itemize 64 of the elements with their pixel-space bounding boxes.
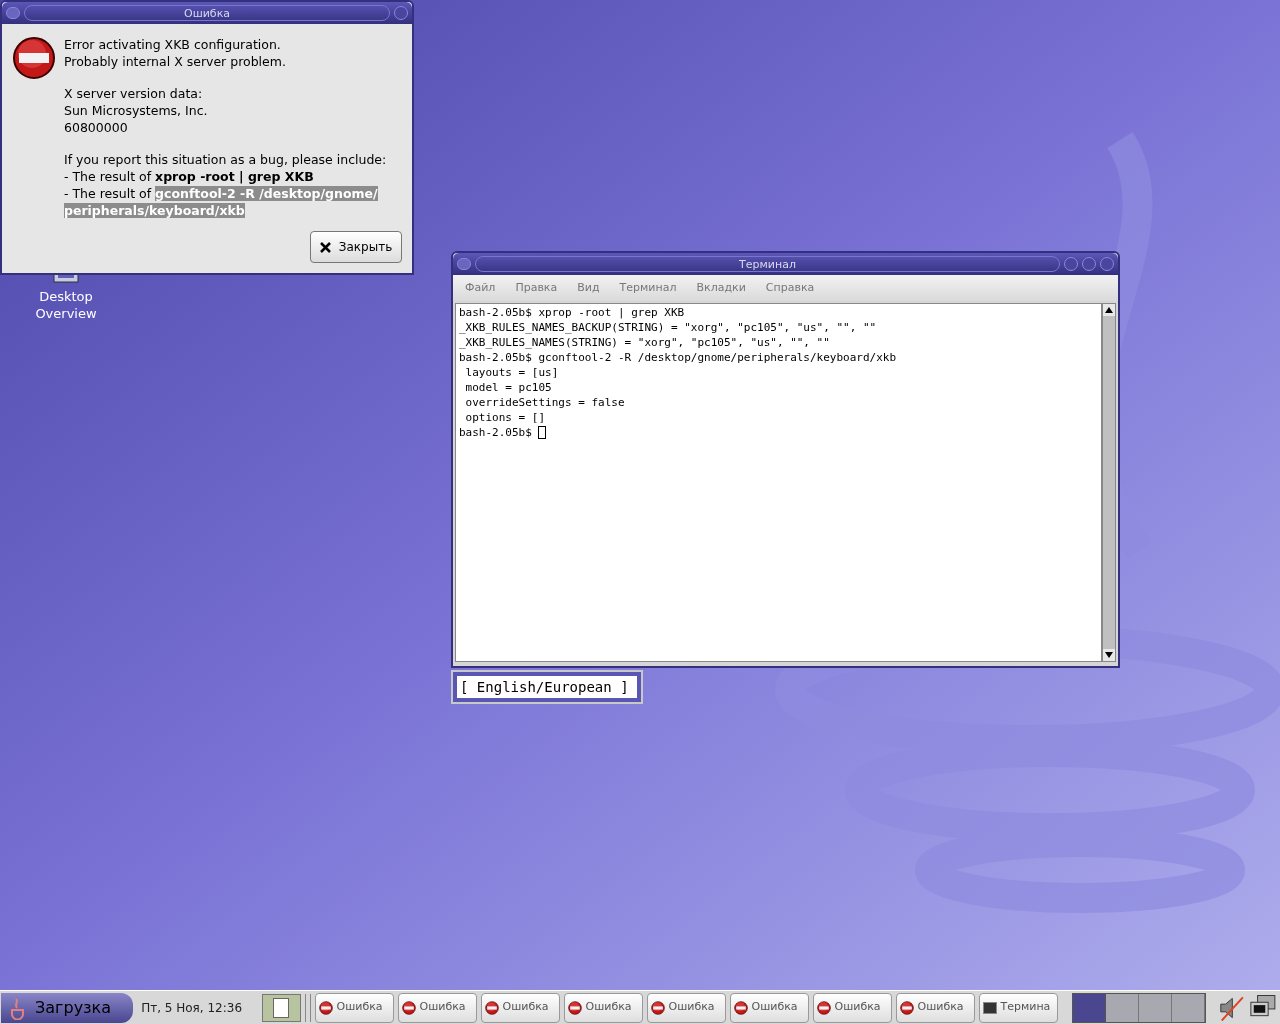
terminal-prompt: bash-2.05b$ bbox=[459, 425, 533, 440]
dialog-message: Error activating XKB configuration. bbox=[64, 36, 282, 53]
coffee-cup-icon bbox=[9, 995, 27, 1020]
start-button[interactable]: Загрузка bbox=[1, 992, 134, 1023]
taskbar-button[interactable]: Ошибка bbox=[563, 992, 643, 1023]
workspace[interactable] bbox=[1138, 993, 1172, 1022]
taskbar-button[interactable]: Термина bbox=[978, 992, 1058, 1023]
window-menu-icon[interactable] bbox=[457, 258, 471, 270]
error-icon bbox=[816, 1000, 831, 1015]
dialog-message: 60800000 bbox=[64, 119, 129, 136]
close-button[interactable] bbox=[394, 6, 408, 20]
terminal-line: _XKB_RULES_NAMES(STRING) = "xorg", "pc105", "us", "", "" bbox=[459, 335, 831, 350]
taskbar-button[interactable]: Ошибка bbox=[480, 992, 560, 1023]
scroll-up-arrow-icon[interactable] bbox=[1103, 304, 1115, 316]
error-icon bbox=[650, 1000, 665, 1015]
close-x-icon bbox=[319, 241, 331, 253]
taskbar-button[interactable]: Ошибка bbox=[812, 992, 892, 1023]
dialog-message: - The result of gconftool-2 -R /desktop/gnome/peripherals/keyboard/xkb bbox=[64, 185, 379, 219]
window-title: Терминал bbox=[739, 258, 796, 270]
taskbar-button[interactable]: Ошибка bbox=[397, 992, 477, 1023]
error-icon bbox=[12, 36, 56, 80]
scrollbar[interactable] bbox=[1102, 303, 1116, 662]
terminal-line: bash-2.05b$ xprop -root | grep XKB bbox=[459, 305, 686, 320]
desktop-icon-label[interactable]: Desktop Overview bbox=[31, 288, 101, 322]
error-icon bbox=[318, 1000, 333, 1015]
error-icon bbox=[484, 1000, 499, 1015]
menu-item[interactable]: Терминал bbox=[619, 279, 677, 297]
terminal-icon bbox=[982, 1001, 997, 1014]
error-icon bbox=[733, 1000, 748, 1015]
menu-item[interactable]: Вид bbox=[577, 279, 600, 297]
dialog-message: If you report this situation as a bug, please include: bbox=[64, 151, 388, 168]
terminal-line: model = pc105 bbox=[464, 380, 553, 395]
menu-item[interactable]: Справка bbox=[765, 279, 815, 297]
close-button[interactable] bbox=[1100, 257, 1114, 271]
terminal-line: layouts = [us] bbox=[464, 365, 560, 380]
window-title: Ошибка bbox=[183, 7, 230, 19]
workspace[interactable] bbox=[1105, 993, 1139, 1022]
scroll-down-arrow-icon[interactable] bbox=[1103, 649, 1115, 661]
menu-item[interactable]: Файл bbox=[465, 279, 496, 297]
dialog-message: X server version data: bbox=[64, 85, 204, 102]
error-icon bbox=[899, 1000, 914, 1015]
window-menu-icon[interactable] bbox=[6, 7, 20, 19]
taskbar-button[interactable]: Ошибка bbox=[729, 992, 809, 1023]
menu-item[interactable]: Правка bbox=[515, 279, 558, 297]
maximize-button[interactable] bbox=[1082, 257, 1096, 271]
terminal-line: _XKB_RULES_NAMES_BACKUP(STRING) = "xorg", "pc105", "us", "", "" bbox=[459, 320, 878, 335]
taskbar-button[interactable]: Ошибка bbox=[314, 992, 394, 1023]
taskbar-button[interactable]: Ошибка bbox=[646, 992, 726, 1023]
error-icon bbox=[567, 1000, 582, 1015]
terminal-line: overrideSettings = false bbox=[464, 395, 626, 410]
terminal-line: bash-2.05b$ gconftool-2 -R /desktop/gnome/peripherals/keyboard/xkb bbox=[459, 350, 898, 365]
terminal-line: options = [] bbox=[464, 410, 547, 425]
keyboard-layout-label: [ English/European ] bbox=[460, 677, 629, 697]
error-icon bbox=[401, 1000, 416, 1015]
dialog-message: - The result of xprop -root | grep XKB bbox=[64, 168, 315, 185]
clock: Пт, 5 Ноя, 12:36 bbox=[141, 999, 243, 1017]
text-cursor bbox=[538, 426, 547, 439]
close-dialog-button[interactable]: Закрыть bbox=[310, 231, 402, 263]
dialog-message: Sun Microsystems, Inc. bbox=[64, 102, 209, 119]
dialog-message: Probably internal X server problem. bbox=[64, 53, 287, 70]
taskbar-button[interactable]: Ошибка bbox=[895, 992, 975, 1023]
minimize-button[interactable] bbox=[1064, 257, 1078, 271]
workspace[interactable] bbox=[1171, 993, 1205, 1022]
menu-item[interactable]: Вкладки bbox=[696, 279, 746, 297]
